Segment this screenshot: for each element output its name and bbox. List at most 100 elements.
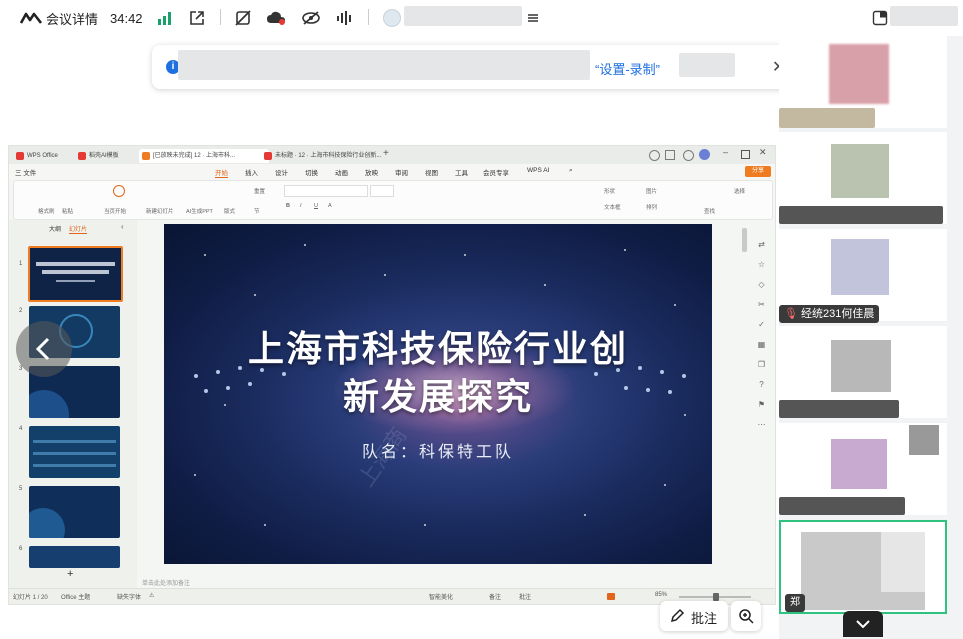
- zoom-in-button[interactable]: [731, 601, 761, 631]
- notes-toggle[interactable]: 备注: [489, 592, 501, 601]
- window-icon[interactable]: [665, 150, 675, 160]
- menu-home[interactable]: 开始: [215, 167, 228, 178]
- history-icon[interactable]: [649, 150, 660, 161]
- menu-slideshow[interactable]: 放映: [365, 167, 378, 177]
- paste-button[interactable]: 粘贴: [62, 207, 73, 215]
- avatar[interactable]: [699, 149, 710, 160]
- from-current-button[interactable]: 当页开始: [104, 207, 126, 215]
- font-size-select[interactable]: [370, 185, 394, 197]
- italic-button[interactable]: I: [300, 203, 302, 209]
- menu-tools[interactable]: 工具: [455, 167, 468, 177]
- collapse-panel-icon[interactable]: ‹: [121, 222, 124, 231]
- star-icon[interactable]: ☆: [757, 260, 766, 269]
- more-icon[interactable]: ⋯: [757, 420, 766, 429]
- properties-icon[interactable]: ⇄: [757, 240, 766, 249]
- previous-page-button[interactable]: [16, 321, 72, 377]
- menu-wps-ai[interactable]: WPS AI: [527, 167, 549, 174]
- tab-presentation-2[interactable]: 未标题 · 12 · 上海市科技保险行业创新...: [261, 149, 393, 163]
- add-slide-button[interactable]: +: [67, 568, 73, 580]
- layout-button[interactable]: 版式: [224, 207, 235, 215]
- slide-thumbnail-1[interactable]: [28, 246, 123, 302]
- theme-name[interactable]: Office 主题: [61, 592, 90, 601]
- vertical-scrollbar[interactable]: [742, 228, 747, 252]
- meeting-top-bar: 会议详情 34:42: [0, 0, 963, 36]
- participant-tile-2[interactable]: [779, 132, 947, 224]
- file-menu[interactable]: 三 文件: [15, 167, 36, 177]
- notes-placeholder[interactable]: 单击此处添加备注: [142, 578, 190, 587]
- slide-canvas[interactable]: 上海市科技保险行业创 新发展探究 队名：科保特工队 上海商: [164, 224, 712, 564]
- new-slide-button[interactable]: 新建幻灯片: [146, 207, 174, 215]
- maximize-icon[interactable]: [741, 150, 750, 159]
- right-tool-strip: ⇄ ☆ ◇ ✂ ✓ ▦ ❐ ? ⚑ ⋯: [755, 238, 769, 438]
- search-icon[interactable]: ⌕: [569, 167, 573, 175]
- menu-animation[interactable]: 动画: [335, 167, 348, 177]
- slide-title-line-2: 新发展探究: [342, 377, 533, 418]
- participant-tile-4[interactable]: [779, 326, 947, 418]
- menu-view[interactable]: 视图: [425, 167, 438, 177]
- slideshow-play-icon[interactable]: [607, 593, 615, 600]
- new-tab-icon[interactable]: +: [383, 148, 389, 159]
- zoom-slider-handle[interactable]: [713, 593, 719, 601]
- menu-member[interactable]: 会员专享: [483, 167, 509, 177]
- audio-wave-icon[interactable]: [336, 9, 354, 27]
- menu-insert[interactable]: 插入: [245, 167, 258, 177]
- shapes-icon[interactable]: ◇: [757, 280, 766, 289]
- section-button[interactable]: 节: [254, 207, 260, 215]
- tools-icon[interactable]: ✂: [757, 300, 766, 309]
- arrange-button[interactable]: 排列: [646, 203, 657, 211]
- font-name-select[interactable]: [284, 185, 368, 197]
- participant-tile-active[interactable]: 郑: [779, 520, 947, 614]
- bold-button[interactable]: B: [286, 203, 290, 209]
- tab-presentation-1[interactable]: [已放映未完成] 12 · 上海市科...: [139, 149, 269, 163]
- slide-thumbnail-6[interactable]: [29, 546, 120, 568]
- cloud-record-icon[interactable]: [266, 9, 286, 27]
- help-icon[interactable]: ?: [757, 380, 766, 389]
- participant-tile-3[interactable]: 🎙 经统231何佳晨: [779, 229, 947, 323]
- slide-thumbnail-4[interactable]: [29, 426, 120, 478]
- find-button[interactable]: 查找: [704, 207, 715, 215]
- slide-thumbnail-5[interactable]: [29, 486, 120, 538]
- annotate-button[interactable]: 批注: [660, 601, 728, 631]
- menu-transition[interactable]: 切换: [305, 167, 318, 177]
- check-icon[interactable]: ✓: [757, 320, 766, 329]
- select-button[interactable]: 选择: [734, 187, 745, 195]
- smart-beautify[interactable]: 智能美化: [429, 592, 453, 601]
- expand-sidebar-button[interactable]: [843, 611, 883, 637]
- comments-toggle[interactable]: 批注: [519, 592, 531, 601]
- float-window-icon[interactable]: [872, 9, 888, 27]
- no-mic-icon[interactable]: [234, 9, 252, 27]
- minimize-icon[interactable]: –: [723, 147, 728, 157]
- tab-outline[interactable]: 大纲: [49, 224, 61, 233]
- hide-video-icon[interactable]: [301, 9, 321, 27]
- copy-icon[interactable]: ❐: [757, 360, 766, 369]
- format-painter-button[interactable]: 格式刷: [38, 207, 55, 215]
- menu-review[interactable]: 审阅: [395, 167, 408, 177]
- tab-wps-office[interactable]: WPS Office: [13, 149, 83, 163]
- gear-icon[interactable]: [683, 150, 694, 161]
- settings-record-link[interactable]: “设置-录制”: [595, 59, 660, 78]
- tab-slides[interactable]: 幻灯片: [69, 224, 88, 234]
- image-button[interactable]: 图片: [646, 187, 657, 195]
- flag-icon[interactable]: ⚑: [757, 400, 766, 409]
- strike-button[interactable]: A: [328, 203, 332, 209]
- share-button[interactable]: 分享: [745, 166, 771, 177]
- menu-design[interactable]: 设计: [275, 167, 288, 177]
- meeting-details-button[interactable]: 会议详情: [46, 9, 98, 27]
- textbox-button[interactable]: 文本框: [604, 203, 621, 211]
- reset-button[interactable]: 重置: [254, 187, 265, 195]
- grid-icon[interactable]: ▦: [757, 340, 766, 349]
- missing-font[interactable]: 缺失字体: [117, 592, 141, 601]
- tab-ai-template[interactable]: 稻壳AI模板: [75, 149, 147, 163]
- menu-lines-icon[interactable]: [527, 9, 539, 27]
- participant-tile-5[interactable]: [779, 423, 947, 515]
- share-out-icon[interactable]: [189, 9, 205, 27]
- close-window-icon[interactable]: ✕: [759, 147, 767, 158]
- missing-font-warning[interactable]: ⚠: [149, 592, 154, 599]
- underline-button[interactable]: U: [314, 203, 318, 209]
- slide-number: 5: [19, 486, 23, 492]
- shape-button[interactable]: 形状: [604, 187, 615, 195]
- ai-generate-button[interactable]: AI生成PPT: [186, 207, 213, 215]
- participant-name-redacted: [779, 400, 899, 418]
- play-icon[interactable]: [113, 185, 125, 197]
- participant-tile-1[interactable]: [779, 36, 947, 128]
